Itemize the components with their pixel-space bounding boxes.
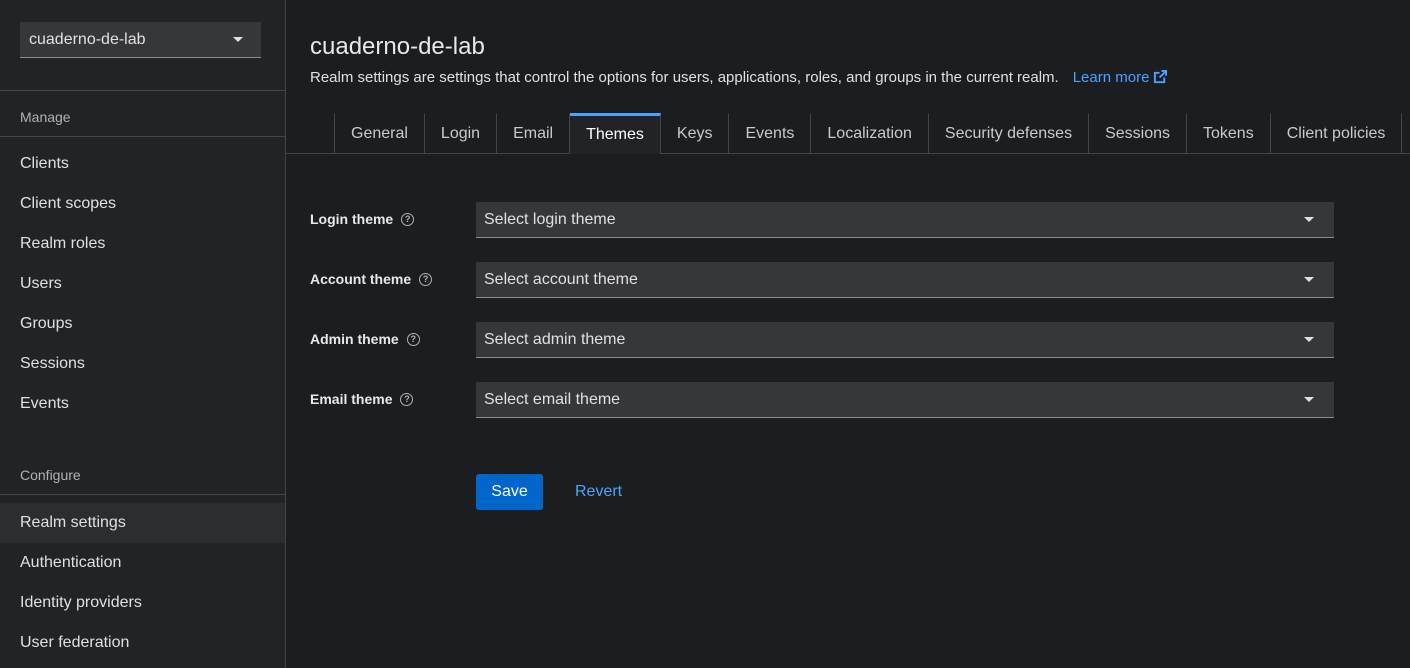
tab-keys[interactable]: Keys [660,113,730,153]
sidebar-item-identity-providers[interactable]: Identity providers [0,583,285,623]
realm-selector[interactable]: cuaderno-de-lab [20,22,261,58]
email-theme-label-wrap: Email theme ? [310,391,414,407]
login-theme-row: Login theme ? Select login theme [310,202,1340,238]
section-title-configure: Configure [20,467,81,483]
tab-login[interactable]: Login [424,113,498,153]
login-theme-label-wrap: Login theme ? [310,211,415,227]
realm-selector-value: cuaderno-de-lab [29,30,146,48]
tab-tokens[interactable]: Tokens [1187,113,1271,153]
page-title: cuaderno-de-lab [310,33,485,60]
admin-theme-placeholder: Select admin theme [484,330,626,348]
main-content: cuaderno-de-lab Realm settings are setti… [286,0,1410,668]
account-theme-label-wrap: Account theme ? [310,271,433,287]
sidebar-item-users[interactable]: Users [0,264,285,304]
sidebar-item-events[interactable]: Events [0,384,285,424]
learn-more-label: Learn more [1072,69,1150,86]
tab-client-policies[interactable]: Client policies [1270,113,1403,153]
tab-themes[interactable]: Themes [570,113,661,154]
account-theme-placeholder: Select account theme [484,270,638,288]
sidebar-item-client-scopes[interactable]: Client scopes [0,184,285,224]
sidebar-divider [0,494,285,495]
help-icon[interactable]: ? [401,212,415,226]
email-theme-select[interactable]: Select email theme [476,382,1334,418]
caret-down-icon [233,37,243,42]
page-description: Realm settings are settings that control… [310,69,1168,86]
sidebar-divider [0,136,285,137]
email-theme-row: Email theme ? Select email theme [310,382,1340,418]
learn-more-link[interactable]: Learn more [1073,69,1169,86]
help-icon[interactable]: ? [406,332,420,346]
login-theme-select[interactable]: Select login theme [476,202,1334,238]
admin-theme-select[interactable]: Select admin theme [476,322,1334,358]
account-theme-label: Account theme [310,271,412,287]
caret-down-icon [1304,277,1314,282]
save-button[interactable]: Save [476,474,543,510]
description-text: Realm settings are settings that control… [310,69,1059,86]
sidebar-item-clients[interactable]: Clients [0,144,285,184]
tab-strip: General Login Email Themes Keys Events L… [334,113,1410,154]
tab-sessions[interactable]: Sessions [1089,113,1187,153]
sidebar-item-realm-roles[interactable]: Realm roles [0,224,285,264]
tab-general[interactable]: General [334,113,425,153]
caret-down-icon [1304,337,1314,342]
admin-theme-label-wrap: Admin theme ? [310,331,420,347]
tab-localization[interactable]: Localization [811,113,929,153]
tabs-bar: General Login Email Themes Keys Events L… [286,113,1410,154]
account-theme-select[interactable]: Select account theme [476,262,1334,298]
sidebar-item-groups[interactable]: Groups [0,304,285,344]
sidebar-item-authentication[interactable]: Authentication [0,543,285,583]
sidebar: cuaderno-de-lab Manage Clients Client sc… [0,0,286,668]
admin-theme-label: Admin theme [310,331,399,347]
section-title-manage: Manage [20,109,71,125]
tab-overflow[interactable]: U [1402,113,1410,153]
tab-events[interactable]: Events [729,113,812,153]
sidebar-item-user-federation[interactable]: User federation [0,623,285,663]
email-theme-placeholder: Select email theme [484,390,621,408]
revert-button[interactable]: Revert [566,474,631,510]
login-theme-placeholder: Select login theme [484,210,616,228]
caret-down-icon [1304,397,1314,402]
tab-email[interactable]: Email [497,113,571,153]
email-theme-label: Email theme [310,391,393,407]
help-icon[interactable]: ? [400,392,414,406]
account-theme-row: Account theme ? Select account theme [310,262,1340,298]
help-icon[interactable]: ? [419,272,433,286]
caret-down-icon [1304,217,1314,222]
sidebar-item-sessions[interactable]: Sessions [0,344,285,384]
admin-theme-row: Admin theme ? Select admin theme [310,322,1340,358]
sidebar-item-realm-settings[interactable]: Realm settings [0,503,285,543]
sidebar-divider [0,90,285,91]
external-link-icon [1154,69,1168,84]
login-theme-label: Login theme [310,211,394,227]
tab-security-defenses[interactable]: Security defenses [928,113,1090,153]
